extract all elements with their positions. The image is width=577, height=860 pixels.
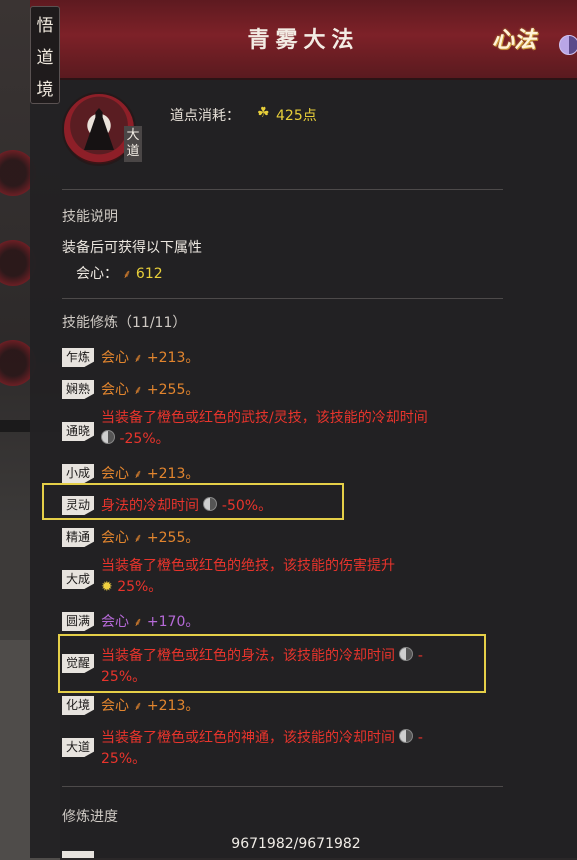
crit-icon: ⸙	[133, 467, 143, 481]
tooltip-header: 青雾大法 心法	[30, 0, 577, 80]
mod-stat: 会心	[101, 698, 129, 714]
training-title: 技能修炼（11/11）	[62, 315, 187, 331]
tier-char: 大	[126, 128, 140, 143]
mod-badge: 乍炼	[62, 348, 94, 367]
mod-effect: 会心 ⸙ +213。	[101, 464, 199, 485]
tier-tag: 大 道	[124, 126, 142, 162]
mod-badge: 通晓	[62, 422, 94, 441]
mod-badge: 大成	[62, 570, 94, 589]
badge-edge	[62, 851, 94, 858]
mod-stat: 会心	[101, 530, 129, 546]
progress-value: 9671982/9671982	[231, 836, 361, 852]
crit-icon: ⸙	[122, 267, 132, 281]
description-title: 技能说明	[62, 209, 118, 225]
mod-text: 当装备了橙色或红色的身法，该技能的冷却时间	[101, 648, 395, 664]
realm-tag: 悟 道 境	[30, 6, 60, 104]
cooldown-icon	[399, 647, 414, 661]
mod-effect: 当装备了橙色或红色的身法，该技能的冷却时间 - 25%。	[101, 646, 473, 688]
mod-badge: 娴熟	[62, 380, 94, 399]
mod-effect: 会心 ⸙ +255。	[101, 380, 199, 401]
cost-value: 425点	[276, 108, 317, 124]
yinyang-icon	[559, 35, 577, 55]
cooldown-icon	[101, 430, 115, 444]
mod-effect: 当装备了橙色或红色的绝技，该技能的伤害提升 ✹ 25%。	[101, 556, 473, 598]
cooldown-icon	[399, 729, 414, 743]
stat-value: 612	[135, 266, 163, 282]
mod-effect: 会心 ⸙ +170。	[101, 612, 199, 633]
mod-effect: 会心 ⸙ +213。	[101, 348, 199, 369]
mod-value: +213。	[146, 698, 200, 714]
mod-value: -25%。	[119, 431, 170, 447]
mod-value: -	[417, 648, 423, 664]
crit-icon: ⸙	[133, 531, 143, 545]
cooldown-icon	[203, 497, 218, 511]
realm-char: 境	[36, 79, 54, 100]
realm-char: 道	[36, 47, 54, 68]
mod-badge: 精通	[62, 528, 94, 547]
realm-char: 悟	[36, 15, 54, 36]
dao-point-icon: ☘	[257, 105, 270, 121]
mod-effect: 会心 ⸙ +255。	[101, 528, 199, 549]
mod-value: +170。	[146, 614, 200, 630]
mod-value: +213。	[146, 350, 200, 366]
mod-value: +213。	[146, 466, 200, 482]
mod-effect: 当装备了橙色或红色的武技/灵技，该技能的冷却时间 -25%。	[101, 408, 473, 450]
mod-badge: 圆满	[62, 612, 94, 631]
crit-icon: ⸙	[133, 699, 143, 713]
category-mark: 心法	[492, 27, 537, 53]
mod-stat: 会心	[101, 466, 129, 482]
damage-sun-icon: ✹	[101, 579, 113, 595]
mod-effect: 当装备了橙色或红色的神通，该技能的冷却时间 - 25%。	[101, 728, 473, 770]
mod-badge: 化境	[62, 696, 94, 715]
stat-label: 会心：	[76, 266, 118, 282]
crit-icon: ⸙	[133, 383, 143, 397]
robed-figure-icon	[84, 108, 114, 150]
mod-badge: 小成	[62, 464, 94, 483]
mod-badge: 灵动	[62, 496, 94, 515]
mod-stat: 会心	[101, 614, 129, 630]
cost-label: 道点消耗：	[170, 108, 240, 124]
divider	[62, 189, 503, 190]
mod-badge: 大道	[62, 738, 94, 757]
mod-text: 当装备了橙色或红色的神通，该技能的冷却时间	[101, 730, 395, 746]
mod-value-cont: 25%。	[101, 751, 147, 767]
crit-icon: ⸙	[133, 615, 143, 629]
crit-icon: ⸙	[133, 351, 143, 365]
divider	[62, 298, 503, 299]
mod-stat: 会心	[101, 350, 129, 366]
mod-text: 当装备了橙色或红色的绝技，该技能的伤害提升	[101, 558, 395, 574]
mod-value: +255。	[146, 382, 200, 398]
mod-text: 身法的冷却时间	[101, 498, 199, 514]
mod-text: 当装备了橙色或红色的武技/灵技，该技能的冷却时间	[101, 410, 428, 426]
mod-value: -50%。	[221, 498, 273, 514]
stat-row: 会心： ⸙ 612	[76, 263, 163, 283]
mod-stat: 会心	[101, 382, 129, 398]
mod-value: +255。	[146, 530, 200, 546]
mod-effect: 会心 ⸙ +213。	[101, 696, 199, 717]
mod-value: 25%。	[117, 579, 163, 595]
tier-char: 道	[126, 144, 140, 159]
mod-effect: 身法的冷却时间 -50%。	[101, 496, 272, 517]
divider	[62, 786, 503, 787]
progress-title: 修炼进度	[62, 809, 118, 825]
mod-value: -	[417, 730, 423, 746]
mod-badge: 觉醒	[62, 654, 94, 673]
mod-value-cont: 25%。	[101, 669, 147, 685]
description-intro: 装备后可获得以下属性	[62, 240, 202, 256]
